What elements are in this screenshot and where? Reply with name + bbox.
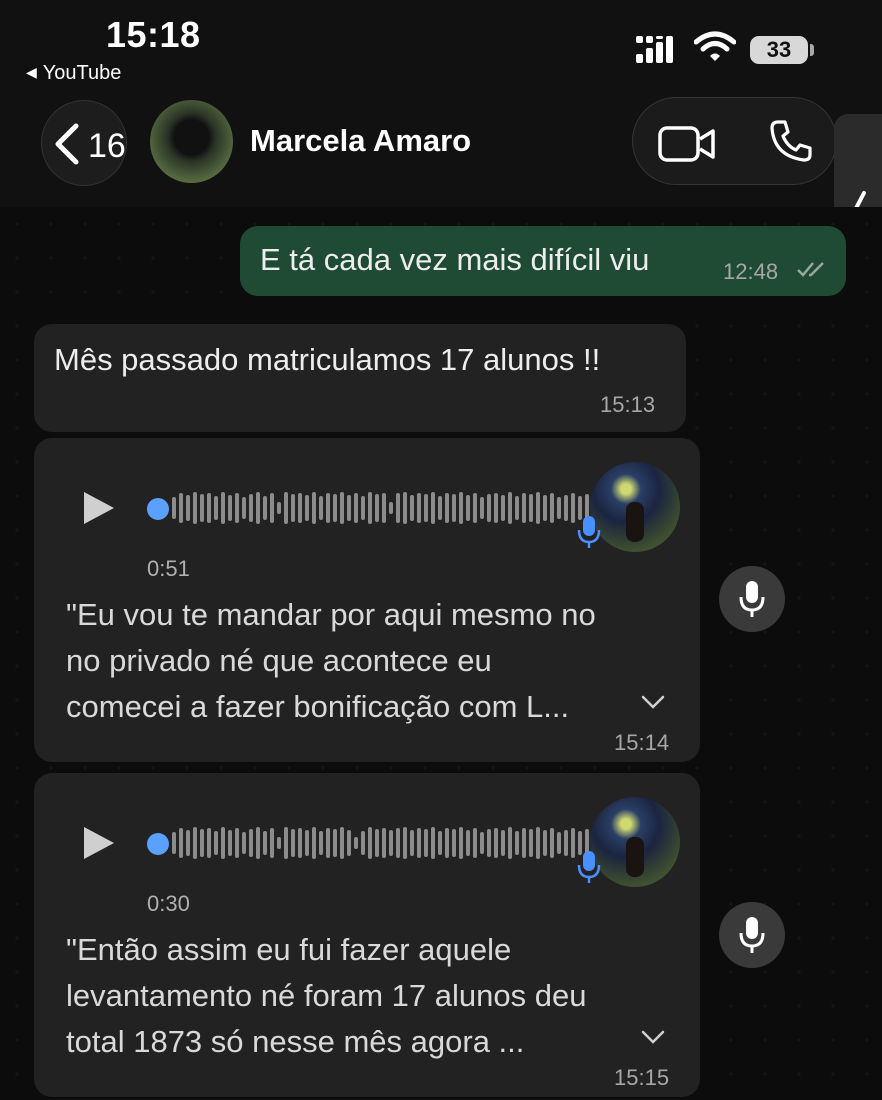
outgoing-message[interactable]: E tá cada vez mais difícil viu 12:48 bbox=[240, 226, 846, 296]
contact-avatar[interactable] bbox=[150, 100, 233, 183]
voice-duration: 0:30 bbox=[147, 891, 190, 916]
read-ticks-icon bbox=[797, 262, 824, 277]
battery-nub bbox=[810, 44, 814, 56]
wifi-icon bbox=[694, 31, 736, 61]
play-icon[interactable] bbox=[80, 488, 118, 528]
sender-avatar bbox=[590, 797, 680, 887]
message-time: 15:15 bbox=[614, 1065, 670, 1090]
transcribe-button[interactable] bbox=[719, 566, 785, 632]
back-button[interactable]: 16 bbox=[41, 100, 127, 186]
phone-call-icon[interactable] bbox=[768, 118, 814, 164]
sender-avatar bbox=[590, 462, 680, 552]
message-time: 15:13 bbox=[600, 392, 656, 417]
contact-name[interactable]: Marcela Amaro bbox=[250, 123, 471, 159]
voice-duration: 0:51 bbox=[147, 556, 190, 581]
play-icon[interactable] bbox=[80, 823, 118, 863]
status-time: 15:18 bbox=[106, 14, 201, 55]
transcript-line: "Então assim eu fui fazer aquele bbox=[66, 932, 512, 967]
microphone-icon bbox=[577, 851, 601, 883]
back-chevron-icon bbox=[55, 123, 79, 165]
cellular-signal-icon bbox=[636, 36, 673, 63]
unread-count: 16 bbox=[88, 127, 126, 165]
message-time: 15:14 bbox=[614, 730, 670, 755]
status-bar: 15:18 ◀ YouTube 33 bbox=[0, 0, 882, 95]
back-to-app-link[interactable]: ◀ YouTube bbox=[26, 62, 121, 85]
playback-position[interactable] bbox=[147, 498, 169, 520]
voice-transcript: "Então assim eu fui fazer aquele levanta… bbox=[66, 927, 586, 1065]
playback-position[interactable] bbox=[147, 833, 169, 855]
video-call-icon[interactable] bbox=[658, 126, 716, 162]
message-text: E tá cada vez mais difícil viu bbox=[260, 242, 650, 277]
microphone-icon bbox=[577, 516, 601, 548]
chevron-down-icon[interactable] bbox=[640, 1029, 666, 1045]
microphone-icon bbox=[739, 581, 765, 617]
message-time: 12:48 bbox=[723, 259, 779, 284]
transcript-line: levantamento né foram 17 alunos deu bbox=[66, 978, 587, 1013]
back-triangle-icon: ◀ bbox=[26, 64, 37, 80]
transcript-line: no privado né que acontece eu bbox=[66, 643, 492, 678]
voice-message[interactable]: 0:30 "Então assim eu fui fazer aquele le… bbox=[34, 773, 700, 1097]
voice-message[interactable]: 0:51 "Eu vou te mandar por aqui mesmo no… bbox=[34, 438, 700, 762]
incoming-message[interactable]: Mês passado matriculamos 17 alunos !! 15… bbox=[34, 324, 686, 432]
microphone-icon bbox=[739, 917, 765, 953]
transcript-line: total 1873 só nesse mês agora ... bbox=[66, 1024, 525, 1059]
transcript-line: comecei a fazer bonificação com L... bbox=[66, 689, 570, 724]
transcribe-button[interactable] bbox=[719, 902, 785, 968]
message-text: Mês passado matriculamos 17 alunos !! bbox=[54, 342, 601, 377]
chat-header: 16 Marcela Amaro bbox=[0, 95, 882, 207]
battery-indicator: 33 bbox=[750, 36, 808, 64]
chevron-down-icon[interactable] bbox=[640, 694, 666, 710]
chat-area[interactable]: E tá cada vez mais difícil viu 12:48 Mês… bbox=[0, 207, 882, 1100]
back-app-label: YouTube bbox=[42, 62, 122, 84]
voice-transcript: "Eu vou te mandar por aqui mesmo no no p… bbox=[66, 592, 596, 730]
transcript-line: "Eu vou te mandar por aqui mesmo no bbox=[66, 597, 596, 632]
